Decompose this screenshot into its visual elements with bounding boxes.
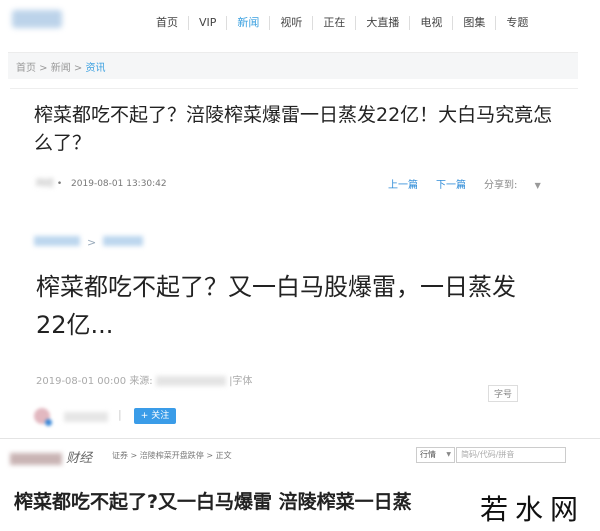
breadcrumb[interactable]: 证券 > 涪陵榨菜开盘跌停 > 正文 — [112, 450, 232, 461]
site-brand[interactable]: 财经 — [10, 447, 92, 466]
top-nav: 首页 VIP 新闻 视听 正在 大直播 电视 图集 专题 — [146, 16, 538, 30]
breadcrumb-current[interactable]: 资讯 — [86, 63, 106, 74]
article-panel-2: > 榨菜都吃不起了？又一白马股爆雷，一日蒸发22亿... 2019-08-01 … — [0, 228, 600, 438]
verified-badge-icon — [45, 419, 52, 426]
article-meta: 2019-08-01 00:00 来源: |字体 — [36, 372, 252, 387]
article-panel-1: 首页 VIP 新闻 视听 正在 大直播 电视 图集 专题 首页 > 新闻 > 资… — [0, 0, 600, 218]
article-meta: 网经 • 2019-08-01 13:30:42 — [36, 176, 167, 189]
article-header: 榨菜都吃不起了？涪陵榨菜爆雷一日蒸发22亿！大白马究竟怎么了？ 网经 • 201… — [10, 88, 578, 201]
avatar[interactable] — [34, 408, 52, 426]
nav-item-gallery[interactable]: 图集 — [452, 16, 495, 30]
article-title: 榨菜都吃不起了？涪陵榨菜爆雷一日蒸发22亿！大白马究竟怎么了？ — [34, 104, 553, 154]
breadcrumb: > — [34, 236, 144, 249]
watermark: 若水网 — [470, 486, 600, 530]
follow-button[interactable]: + 关注 — [134, 408, 176, 424]
brand-logo-blurred — [10, 452, 62, 465]
share-label: 分享到: — [484, 180, 518, 191]
chevron-down-icon: ▼ — [446, 451, 451, 458]
source-label: 来源: — [129, 376, 153, 387]
quote-type-select[interactable]: 行情 ▼ — [416, 447, 455, 463]
search-placeholder: 简码/代码/拼音 — [461, 450, 515, 459]
nav-item-tv[interactable]: 电视 — [409, 16, 452, 30]
font-size-button[interactable]: 字号 — [488, 385, 519, 402]
brand-label: 财经 — [66, 451, 93, 466]
next-article-link[interactable]: 下一篇 — [436, 176, 466, 191]
nav-item-video[interactable]: 视听 — [269, 16, 312, 30]
breadcrumb-news[interactable]: 新闻 — [51, 63, 71, 74]
divider: | — [118, 408, 122, 421]
chevron-down-icon: ▼ — [534, 181, 541, 190]
stock-search-input[interactable]: 简码/代码/拼音 — [456, 447, 566, 463]
source-name: 网经 — [36, 179, 55, 189]
breadcrumb: 首页 > 新闻 > 资讯 — [16, 63, 106, 74]
nav-item-vip[interactable]: VIP — [188, 16, 226, 30]
source-name-blurred — [155, 376, 226, 386]
nav-item-news[interactable]: 新闻 — [226, 16, 269, 30]
article-title: 榨菜都吃不起了？又一白马股爆雷，一日蒸发22亿... — [36, 273, 516, 339]
share-menu[interactable]: 分享到: ▼ — [484, 176, 541, 191]
nav-item-live-now[interactable]: 正在 — [312, 16, 355, 30]
author-name-blurred[interactable] — [64, 412, 108, 422]
breadcrumb-blurred-1[interactable] — [34, 236, 80, 246]
nav-item-home[interactable]: 首页 — [146, 16, 188, 30]
publish-time: 2019-08-01 00:00 — [36, 376, 127, 387]
breadcrumb-home[interactable]: 首页 — [16, 63, 36, 74]
watermark-text: 若水网 — [480, 493, 586, 526]
select-value: 行情 — [420, 450, 436, 459]
article-title: 榨菜都吃不起了?又一白马爆雷 涪陵榨菜一日蒸 — [14, 491, 412, 513]
site-logo[interactable] — [12, 10, 62, 28]
breadcrumb-blurred-2[interactable] — [103, 236, 144, 246]
nav-item-big-live[interactable]: 大直播 — [355, 16, 409, 30]
breadcrumb-bar: 首页 > 新闻 > 资讯 — [8, 52, 578, 79]
font-label: |字体 — [229, 376, 253, 387]
nav-item-topics[interactable]: 专题 — [495, 16, 538, 30]
prev-article-link[interactable]: 上一篇 — [388, 176, 418, 191]
publish-time: 2019-08-01 13:30:42 — [71, 179, 167, 189]
